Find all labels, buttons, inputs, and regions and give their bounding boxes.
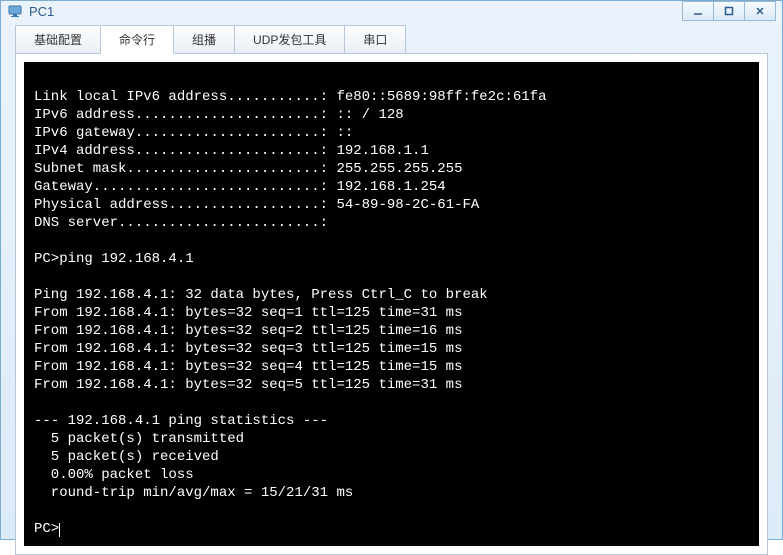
title-bar: PC1 — [1, 1, 782, 21]
window-title: PC1 — [29, 4, 682, 19]
terminal[interactable]: Link local IPv6 address...........: fe80… — [24, 62, 759, 546]
tab-bar: 基础配置 命令行 组播 UDP发包工具 串口 — [1, 21, 782, 54]
app-window: PC1 基础配置 命令行 组播 UDP发包工具 串口 Link local IP… — [0, 0, 783, 540]
tab-serial[interactable]: 串口 — [344, 25, 406, 54]
window-controls — [682, 1, 776, 21]
tab-multicast[interactable]: 组播 — [173, 25, 235, 54]
tab-udp-tool[interactable]: UDP发包工具 — [234, 25, 345, 54]
tab-basic-config[interactable]: 基础配置 — [15, 25, 101, 54]
minimize-button[interactable] — [682, 1, 714, 21]
tab-command-line[interactable]: 命令行 — [100, 25, 174, 54]
terminal-cursor — [59, 523, 60, 537]
app-icon — [7, 3, 23, 19]
content-panel: Link local IPv6 address...........: fe80… — [15, 53, 768, 555]
maximize-button[interactable] — [713, 1, 745, 21]
close-button[interactable] — [744, 1, 776, 21]
